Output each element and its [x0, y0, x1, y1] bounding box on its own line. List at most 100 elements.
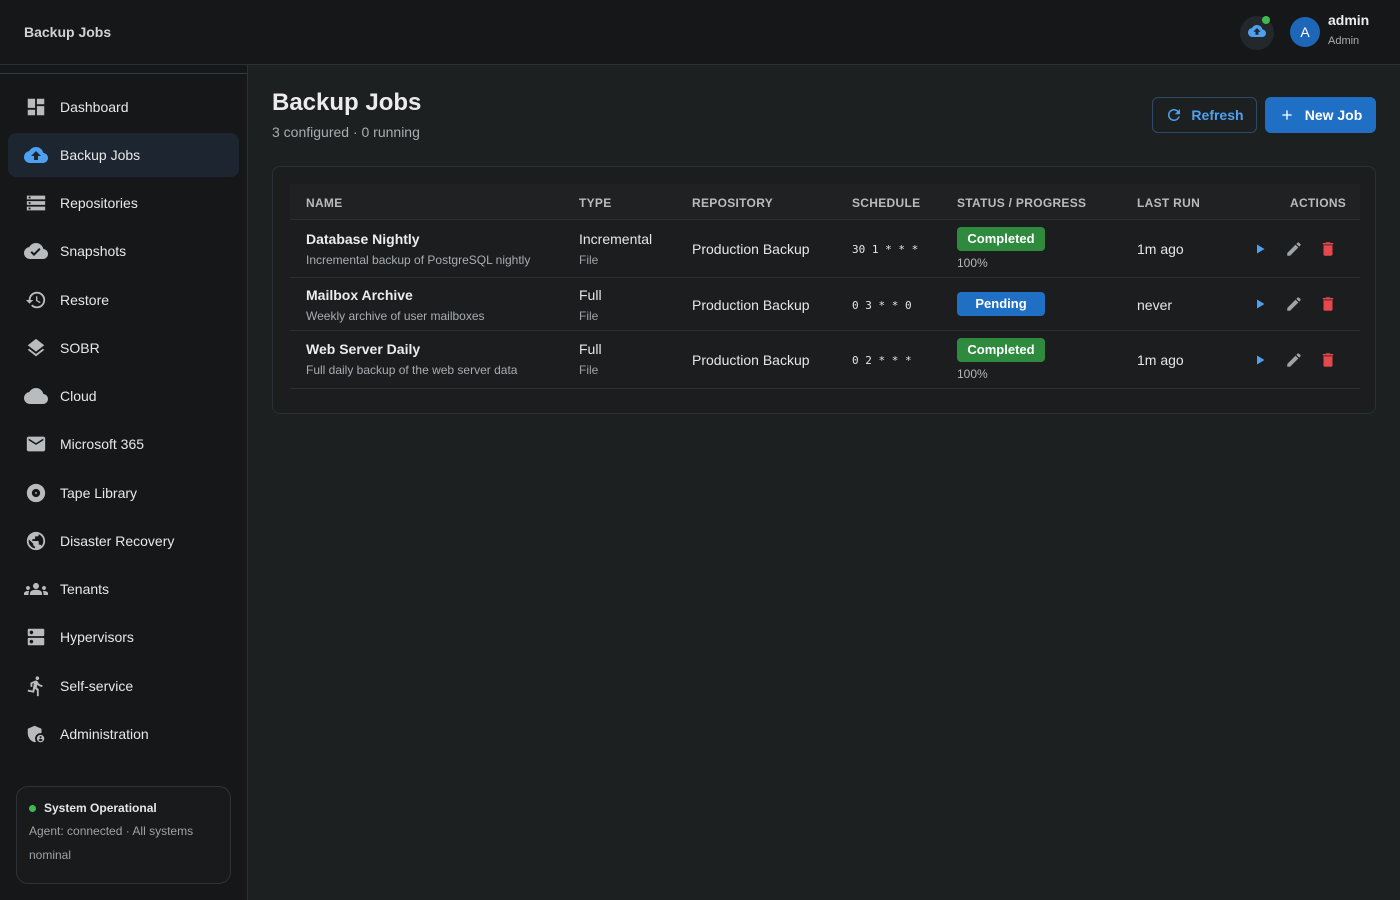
sidebar-item-repositories[interactable]: Repositories	[8, 181, 239, 225]
job-actions	[1251, 351, 1337, 369]
job-actions	[1251, 240, 1337, 258]
column-header-type[interactable]: TYPE	[579, 196, 612, 210]
refresh-button[interactable]: Refresh	[1152, 97, 1257, 133]
job-type-cell: Full File	[579, 287, 602, 323]
sidebar-item-label: Self-service	[60, 678, 134, 694]
sidebar-item-dashboard[interactable]: Dashboard	[8, 85, 239, 129]
globe-icon	[24, 529, 48, 553]
top-bar: Backup Jobs A admin Admin	[0, 0, 1400, 65]
run-job-button[interactable]	[1251, 240, 1269, 258]
trash-icon	[1322, 242, 1334, 256]
cloud-upload-icon	[1248, 22, 1266, 45]
edit-job-button[interactable]	[1285, 351, 1303, 369]
sidebar-item-label: Dashboard	[60, 99, 129, 115]
refresh-label: Refresh	[1191, 107, 1244, 123]
status-badge: Completed	[957, 338, 1045, 362]
app-title: Backup Jobs	[24, 24, 112, 40]
page-subtitle: 3 configured · 0 running	[272, 124, 420, 140]
job-name-cell: Mailbox Archive Weekly archive of user m…	[306, 287, 485, 323]
edit-job-button[interactable]	[1285, 295, 1303, 313]
jobs-table: NAME TYPE REPOSITORY SCHEDULE STATUS / P…	[272, 166, 1376, 414]
job-status-cell: Pending	[957, 292, 1045, 316]
column-header-last-run[interactable]: LAST RUN	[1137, 196, 1200, 210]
sidebar-item-hypervisors[interactable]: Hypervisors	[8, 615, 239, 659]
sidebar-item-sobr[interactable]: SOBR	[8, 326, 239, 370]
job-type: Full	[579, 341, 602, 357]
plus-icon	[1279, 107, 1295, 123]
job-schedule: 30 1 * * *	[852, 243, 919, 256]
sidebar-item-label: Hypervisors	[60, 629, 134, 645]
admin-shield-icon	[24, 722, 48, 746]
sidebar-item-tenants[interactable]: Tenants	[8, 567, 239, 611]
run-job-button[interactable]	[1251, 351, 1269, 369]
cloud-status-button[interactable]	[1240, 16, 1274, 50]
sidebar-item-backup-jobs[interactable]: Backup Jobs	[8, 133, 239, 177]
job-name[interactable]: Mailbox Archive	[306, 287, 485, 303]
sidebar-item-label: Tenants	[60, 581, 110, 597]
sidebar-item-label: Restore	[60, 292, 110, 308]
run-job-button[interactable]	[1251, 295, 1269, 313]
page-title: Backup Jobs	[272, 89, 422, 116]
job-name-cell: Database Nightly Incremental backup of P…	[306, 231, 530, 267]
column-header-schedule[interactable]: SCHEDULE	[852, 196, 920, 210]
pencil-icon	[1287, 242, 1301, 256]
job-name[interactable]: Web Server Daily	[306, 341, 517, 357]
sidebar-item-disaster-recovery[interactable]: Disaster Recovery	[8, 519, 239, 563]
job-schedule: 0 3 * * 0	[852, 299, 912, 312]
sidebar-item-label: SOBR	[60, 340, 100, 356]
sidebar-item-microsoft-365[interactable]: Microsoft 365	[8, 422, 239, 466]
sidebar-item-label: Cloud	[60, 388, 97, 404]
edit-job-button[interactable]	[1285, 240, 1303, 258]
column-header-name[interactable]: NAME	[306, 196, 343, 210]
job-type-cell: Incremental File	[579, 231, 652, 267]
refresh-icon	[1165, 106, 1183, 124]
system-status-description: Agent: connected · All systems nominal	[29, 824, 194, 862]
job-description: Incremental backup of PostgreSQL nightly	[306, 253, 531, 267]
table-row[interactable]: Web Server Daily Full daily backup of th…	[290, 331, 1360, 389]
avatar[interactable]: A	[1290, 17, 1320, 47]
table-header: NAME TYPE REPOSITORY SCHEDULE STATUS / P…	[290, 184, 1360, 220]
job-last-run: 1m ago	[1137, 352, 1184, 368]
dashboard-icon	[24, 95, 48, 119]
sidebar-item-self-service[interactable]: Self-service	[8, 664, 239, 708]
groups-icon	[24, 577, 48, 601]
pencil-icon	[1287, 353, 1301, 367]
job-name-cell: Web Server Daily Full daily backup of th…	[306, 341, 517, 377]
table-row[interactable]: Database Nightly Incremental backup of P…	[290, 220, 1360, 278]
column-header-repository[interactable]: REPOSITORY	[692, 196, 773, 210]
user-role: Admin	[1328, 35, 1360, 47]
online-indicator	[1262, 16, 1270, 24]
delete-job-button[interactable]	[1319, 351, 1337, 369]
sidebar-divider	[0, 73, 247, 74]
cloud-icon	[24, 384, 48, 408]
pencil-icon	[1287, 297, 1301, 311]
job-description: Weekly archive of user mailboxes	[306, 309, 485, 323]
delete-job-button[interactable]	[1319, 295, 1337, 313]
storage-icon	[24, 191, 48, 215]
job-subtype: File	[579, 309, 599, 323]
system-status-card: System Operational Agent: connected · Al…	[16, 786, 231, 884]
job-last-run: 1m ago	[1137, 241, 1184, 257]
cloud-upload-icon	[24, 143, 48, 167]
job-actions	[1251, 295, 1337, 313]
job-status-cell: Completed 100%	[957, 338, 1045, 381]
table-row[interactable]: Mailbox Archive Weekly archive of user m…	[290, 278, 1360, 331]
play-icon	[1257, 244, 1265, 254]
new-job-button[interactable]: New Job	[1265, 97, 1376, 133]
sidebar-item-snapshots[interactable]: Snapshots	[8, 229, 239, 273]
sidebar-item-restore[interactable]: Restore	[8, 278, 239, 322]
sidebar-item-label: Disaster Recovery	[60, 533, 175, 549]
sidebar-item-label: Tape Library	[60, 485, 138, 501]
layers-icon	[24, 336, 48, 360]
column-header-actions: ACTIONS	[1290, 196, 1347, 210]
job-repository: Production Backup	[692, 352, 810, 368]
job-name[interactable]: Database Nightly	[306, 231, 530, 247]
cloud-done-icon	[24, 239, 48, 263]
sidebar-item-cloud[interactable]: Cloud	[8, 374, 239, 418]
column-header-status[interactable]: STATUS / PROGRESS	[957, 196, 1086, 210]
sidebar: Dashboard Backup Jobs Repositories Snaps…	[0, 65, 248, 900]
sidebar-item-administration[interactable]: Administration	[8, 712, 239, 756]
delete-job-button[interactable]	[1319, 240, 1337, 258]
sidebar-item-tape-library[interactable]: Tape Library	[8, 471, 239, 515]
sidebar-item-label: Backup Jobs	[60, 147, 141, 163]
